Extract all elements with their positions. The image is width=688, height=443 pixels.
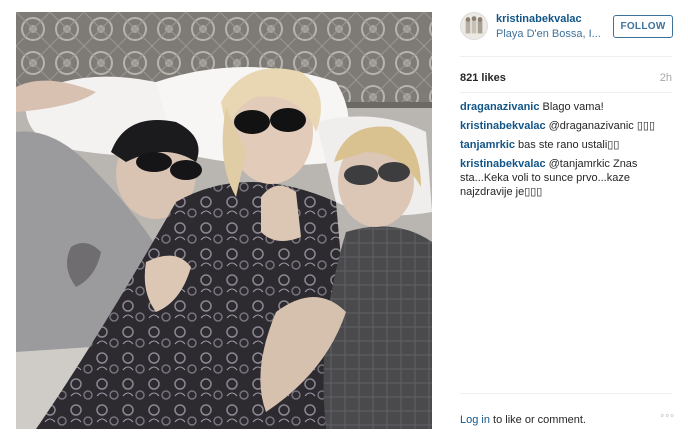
comment-text: @draganazivanic ▯▯▯ [548,120,655,132]
divider [460,56,672,57]
more-options-icon[interactable]: ◦◦◦ [660,410,675,422]
comment-item: kristinabekvalac @draganazivanic ▯▯▯ [460,119,675,133]
post-sidebar: kristinabekvalac Playa D'en Bossa, I... … [448,0,688,443]
post-footer: Log in to like or comment. ◦◦◦ [460,410,675,426]
login-prompt-text: to like or comment. [489,414,586,426]
comment-text: Blago vama! [542,101,604,113]
divider [460,393,672,394]
comment-list: draganazivanic Blago vama! kristinabekval… [460,100,675,204]
post-location[interactable]: Playa D'en Bossa, I... [496,28,601,40]
comment-username[interactable]: tanjamrkic [460,139,515,151]
divider [460,92,672,93]
likes-count[interactable]: 821 likes [460,72,506,84]
post-username[interactable]: kristinabekvalac [496,13,582,25]
comment-username[interactable]: draganazivanic [460,101,539,113]
comment-text: bas ste rano ustali▯▯ [518,139,620,151]
avatar[interactable] [460,12,488,40]
comment-item: draganazivanic Blago vama! [460,100,675,114]
comment-username[interactable]: kristinabekvalac [460,158,546,170]
comment-item: kristinabekvalac @tanjamrkic Znas sta...K… [460,157,675,199]
comment-item: tanjamrkic bas ste rano ustali▯▯ [460,138,675,152]
avatar-image [461,13,487,39]
post-header: kristinabekvalac Playa D'en Bossa, I... … [448,12,688,44]
login-link[interactable]: Log in [460,414,490,426]
post-time[interactable]: 2h [660,72,672,84]
post-photo[interactable] [16,12,432,429]
comment-username[interactable]: kristinabekvalac [460,120,546,132]
photo-illustration [16,12,432,429]
follow-button[interactable]: FOLLOW [613,15,673,38]
